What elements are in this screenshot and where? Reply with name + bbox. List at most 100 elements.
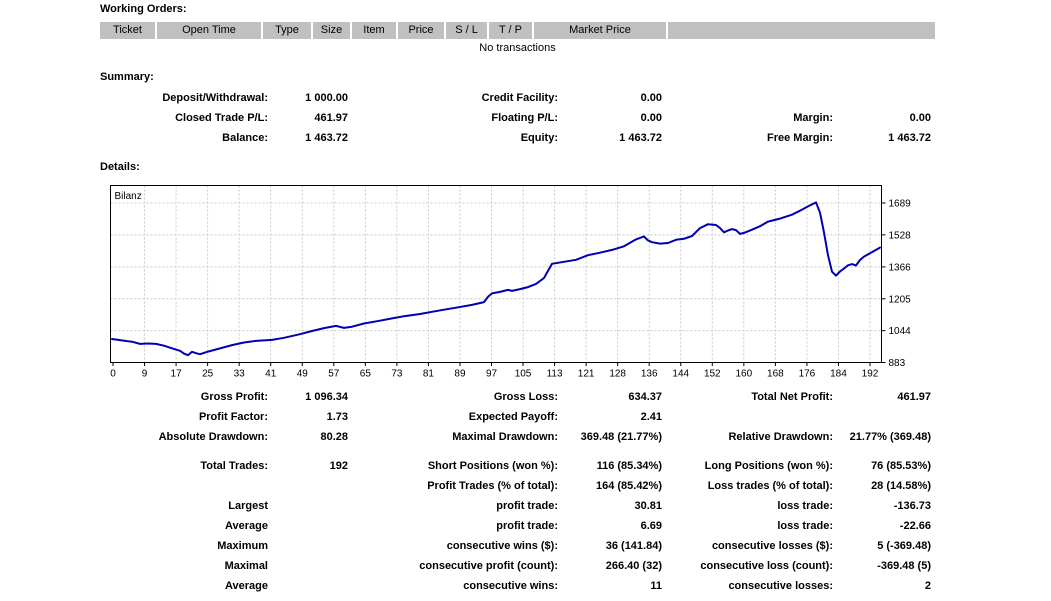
x-axis-label: 0 [110,369,116,380]
y-axis-label: 1044 [889,326,912,337]
summary-heading: Summary: [100,71,154,83]
x-axis-label: 57 [328,369,340,380]
x-axis-label: 144 [672,369,689,380]
summary-value: 0.00 [809,108,931,128]
y-axis-label: 1205 [889,294,912,305]
column-header-market-price: Market Price [534,22,668,39]
x-axis-label: 89 [454,369,466,380]
column-header-size: Size [313,22,352,39]
stat-label: consecutive wins: [338,576,558,596]
stat-label: Long Positions (won %): [613,456,833,476]
stat-value: 461.97 [809,387,931,407]
balance-line [112,202,880,355]
column-header-blank [668,22,935,39]
stat-label: consecutive losses ($): [613,536,833,556]
stat-label: Total Net Profit: [613,387,833,407]
chart-axes [113,203,886,366]
stat-value: 192 [228,456,348,476]
column-header-open-time: Open Time [157,22,263,39]
column-header-ticket: Ticket [100,22,157,39]
x-axis-label: 97 [486,369,498,380]
working-orders-header-row: TicketOpen TimeTypeSizeItemPriceS / LT /… [100,22,935,39]
x-axis-label: 152 [704,369,721,380]
stat-value: -22.66 [809,516,931,536]
stat-value: 21.77% (369.48) [809,427,931,447]
working-orders-heading: Working Orders: [100,3,187,15]
x-axis-label: 192 [862,369,879,380]
stat-label: loss trade: [613,496,833,516]
x-axis-label: 9 [142,369,148,380]
x-axis-label: 105 [515,369,532,380]
stat-value: -136.73 [809,496,931,516]
chart-grid [111,186,882,363]
summary-label: Margin: [613,108,833,128]
summary-value: 1 000.00 [228,88,348,108]
stat-label: consecutive loss (count): [613,556,833,576]
summary-label: Free Margin: [613,128,833,148]
x-axis-label: 176 [799,369,816,380]
stat-value: 5 (-369.48) [809,536,931,556]
stat-value: 76 (85.53%) [809,456,931,476]
x-axis-label: 25 [202,369,214,380]
stat-label: Maximal [48,556,268,576]
stat-label: Largest [48,496,268,516]
x-axis-label: 81 [423,369,435,380]
y-axis-label: 1689 [889,199,912,210]
stat-value: 1 096.34 [228,387,348,407]
stat-label: Short Positions (won %): [338,456,558,476]
chart-series-label: Bilanz [115,191,142,202]
column-header-type: Type [263,22,313,39]
stat-label: Profit Trades (% of total): [338,476,558,496]
no-transactions-text: No transactions [100,42,935,54]
stat-label: Gross Loss: [338,387,558,407]
y-axis-label: 883 [889,358,906,369]
x-axis-label: 184 [830,369,847,380]
y-axis-label: 1366 [889,262,912,273]
stat-value: 80.28 [228,427,348,447]
details-heading: Details: [100,161,140,173]
x-axis-label: 168 [767,369,784,380]
column-header-s-l: S / L [446,22,489,39]
stat-value: 1.73 [228,407,348,427]
stat-value: -369.48 (5) [809,556,931,576]
stat-value: 2 [809,576,931,596]
column-header-price: Price [398,22,446,39]
chart-border [111,186,882,363]
x-axis-label: 160 [735,369,752,380]
x-axis-label: 65 [360,369,372,380]
x-axis-label: 136 [641,369,658,380]
x-axis-label: 41 [265,369,277,380]
x-axis-label: 73 [391,369,403,380]
stat-label: consecutive losses: [613,576,833,596]
stat-value: 28 (14.58%) [809,476,931,496]
stat-label: profit trade: [338,516,558,536]
y-axis-label: 1528 [889,230,912,241]
stat-label: Relative Drawdown: [613,427,833,447]
column-header-t-p: T / P [489,22,534,39]
summary-value: 1 463.72 [809,128,931,148]
x-axis-label: 33 [234,369,246,380]
y-axis-labels: 883 1044 1205 1366 1528 1689 [889,199,912,370]
stat-label: loss trade: [613,516,833,536]
x-axis-label: 113 [547,369,563,380]
stat-label: Average [48,576,268,596]
stat-label: Expected Payoff: [338,407,558,427]
summary-label: Equity: [338,128,558,148]
summary-value: 1 463.72 [228,128,348,148]
summary-label: Credit Facility: [338,88,558,108]
stat-label: profit trade: [338,496,558,516]
x-axis-label: 17 [171,369,183,380]
stat-value: 2.41 [542,407,662,427]
stat-label: consecutive wins ($): [338,536,558,556]
x-axis-label: 49 [297,369,309,380]
x-axis-labels: 0 9 17 25 33 41 49 57 65 73 81 89 97 105 113 121 128 136 1… [110,369,879,380]
stat-label: Average [48,516,268,536]
stat-label: Maximal Drawdown: [338,427,558,447]
summary-value: 0.00 [542,88,662,108]
x-axis-label: 128 [609,369,626,380]
mt4-statement-report: Working Orders: TicketOpen TimeTypeSizeI… [0,0,1051,601]
summary-value: 461.97 [228,108,348,128]
balance-chart: 0 9 17 25 33 41 49 57 65 73 81 89 97 105 113 121 128 136 1… [0,180,1051,390]
x-axis-label: 121 [578,369,595,380]
column-header-item: Item [352,22,398,39]
